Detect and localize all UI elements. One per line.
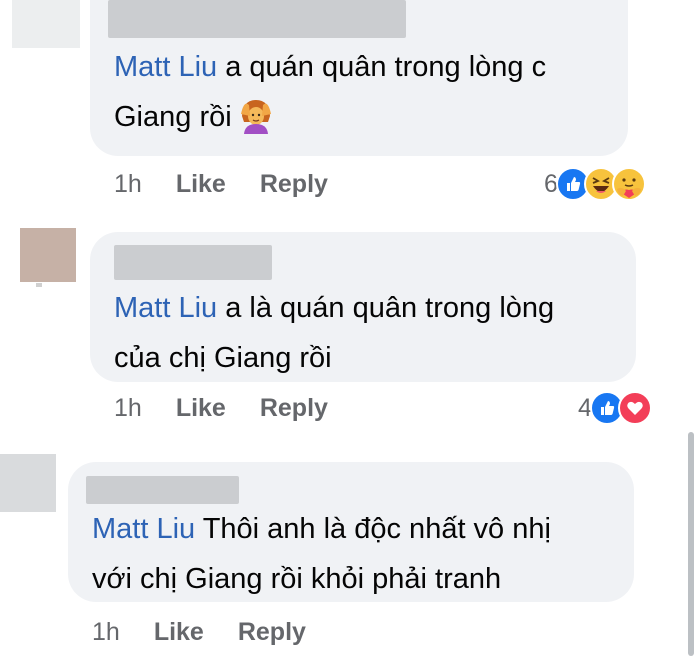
avatar[interactable] (20, 228, 76, 287)
reaction-summary[interactable]: 4 (578, 388, 652, 428)
woman-gesturing-ok-emoji-icon (240, 96, 272, 134)
heart-reaction-icon (617, 391, 652, 425)
like-button[interactable]: Like (154, 618, 204, 646)
scrollbar[interactable] (688, 432, 694, 656)
like-button[interactable]: Like (176, 170, 226, 198)
comment-line-1: a là quán quân trong lòng (217, 292, 555, 324)
comment-line-1: Thôi anh là độc nhất vô nhị (195, 513, 551, 545)
timestamp[interactable]: 1h (114, 394, 142, 422)
timestamp[interactable]: 1h (92, 618, 120, 646)
comment-text: Matt Liu a quán quân trong lòng c Giang … (114, 42, 546, 142)
comment-line-2: Giang rồi (114, 101, 232, 133)
reaction-summary[interactable]: 6 (544, 164, 646, 204)
care-reaction-icon (611, 167, 646, 201)
avatar[interactable] (12, 0, 80, 48)
blurred-commenter-name[interactable] (86, 476, 239, 504)
timestamp[interactable]: 1h (114, 170, 142, 198)
like-button[interactable]: Like (176, 394, 226, 422)
comment-line-1: a quán quân trong lòng c (217, 51, 547, 83)
reply-button[interactable]: Reply (260, 394, 328, 422)
mention-link[interactable]: Matt Liu (114, 292, 217, 324)
mention-link[interactable]: Matt Liu (92, 513, 195, 545)
comment-line-2: của chị Giang rồi (114, 342, 332, 374)
comment-text: Matt Liu a là quán quân trong lòng của c… (114, 283, 554, 383)
reply-button[interactable]: Reply (238, 618, 306, 646)
comment-meta: 1h Like Reply (114, 394, 328, 423)
avatar[interactable] (0, 454, 56, 512)
mention-link[interactable]: Matt Liu (114, 51, 217, 83)
blurred-commenter-name[interactable] (108, 0, 406, 38)
comment-meta: 1h Like Reply (92, 618, 306, 647)
blurred-commenter-name[interactable] (114, 245, 272, 280)
comment-line-2: với chị Giang rồi khỏi phải tranh (92, 563, 502, 595)
comment-meta: 1h Like Reply (114, 170, 328, 199)
reply-button[interactable]: Reply (260, 170, 328, 198)
comment-text: Matt Liu Thôi anh là độc nhất vô nhị với… (92, 504, 551, 604)
